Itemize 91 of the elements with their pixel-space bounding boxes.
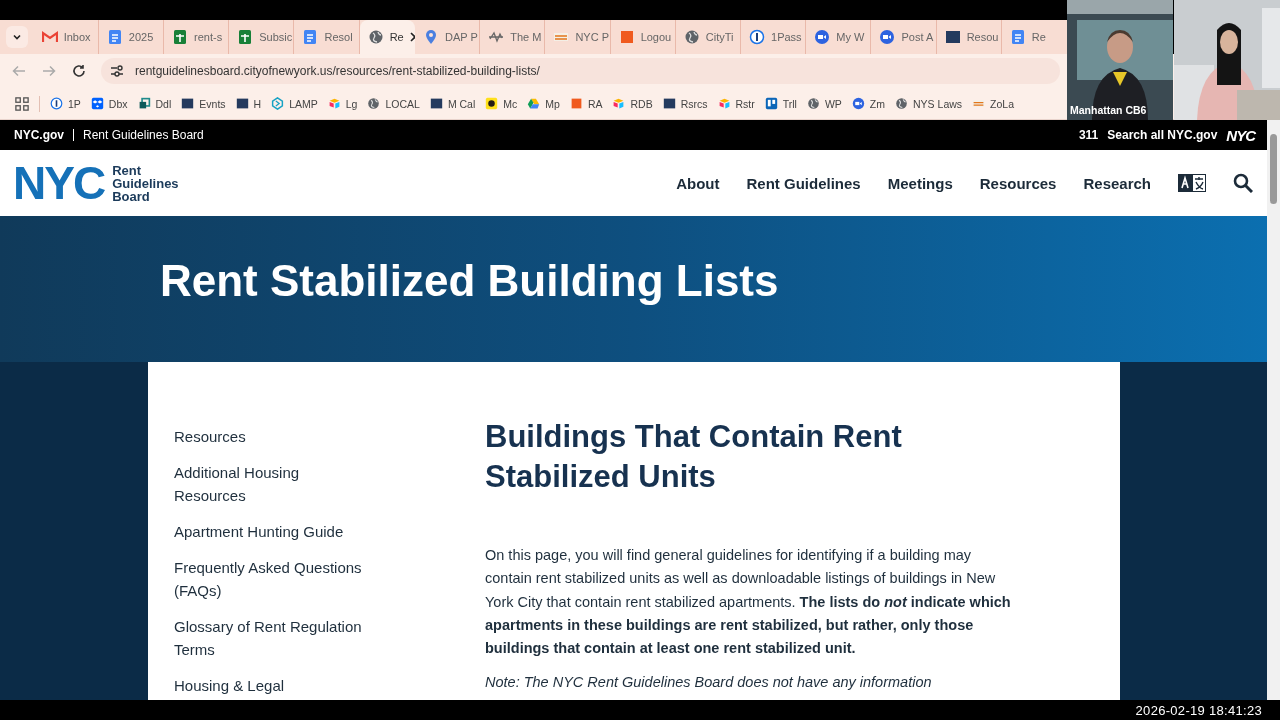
video-caption: Manhattan CB6 xyxy=(1070,104,1147,116)
blocks-icon xyxy=(327,97,341,110)
site-settings-icon[interactable] xyxy=(109,63,125,79)
logo-text: Board xyxy=(112,189,151,203)
browser-tab[interactable]: Re xyxy=(359,20,415,54)
translate-icon[interactable] xyxy=(1178,174,1206,192)
camera-icon xyxy=(879,29,896,45)
squares-icon xyxy=(137,97,151,110)
sidebar-link[interactable]: Apartment Hunting Guide xyxy=(174,520,374,543)
sidebar-link[interactable]: Glossary of Rent Regulation Terms xyxy=(174,615,374,661)
bookmark[interactable]: M Cal xyxy=(429,97,476,110)
swirl-icon xyxy=(271,97,285,110)
tab-list-button[interactable] xyxy=(6,26,28,48)
scribble-icon xyxy=(488,29,505,45)
phone-link[interactable]: 311 xyxy=(1078,128,1099,142)
bookmark[interactable]: RA xyxy=(569,97,603,110)
square-icon xyxy=(181,97,195,110)
bookmark[interactable]: 1P xyxy=(50,97,81,110)
globe-icon xyxy=(806,97,820,110)
page-title: Rent Stabilized Building Lists xyxy=(160,256,779,306)
camera-icon xyxy=(814,29,831,45)
square-icon xyxy=(618,29,635,45)
address-bar[interactable]: rentguidelinesboard.cityofnewyork.us/resources/rent-stabilized-building-lists/ xyxy=(101,58,1060,84)
triangle-icon xyxy=(527,97,541,110)
globe-icon xyxy=(367,29,384,45)
blocks-icon xyxy=(717,97,731,110)
nyc-logo: NYC xyxy=(1226,126,1255,144)
blocks-icon xyxy=(612,97,626,110)
bookmark[interactable]: Rstr xyxy=(717,97,755,110)
bookmark[interactable]: WP xyxy=(806,97,842,110)
nyc-logo[interactable]: NYC xyxy=(13,160,105,206)
bookmark[interactable]: RDB xyxy=(612,97,653,110)
logo-text: Rent xyxy=(112,163,142,177)
bookmark[interactable]: H xyxy=(235,97,262,110)
bookmark[interactable]: LOCAL xyxy=(367,97,420,110)
keyhole-icon xyxy=(749,29,766,45)
bookmark[interactable]: Rsrcs xyxy=(662,97,708,110)
camera-icon xyxy=(851,97,865,110)
mail-icon xyxy=(41,29,58,45)
nav-link[interactable]: Resources xyxy=(979,174,1057,192)
square-icon xyxy=(485,97,499,110)
square-icon xyxy=(235,97,249,110)
bookmark[interactable]: Ddl xyxy=(137,97,172,110)
square-icon xyxy=(662,97,676,110)
box-icon xyxy=(90,97,104,110)
document-icon xyxy=(302,29,319,45)
bookmark[interactable]: Lg xyxy=(327,97,358,110)
nav-link[interactable]: Research xyxy=(1083,174,1151,192)
search-link[interactable]: Search all NYC.gov xyxy=(1107,128,1218,142)
note-paragraph: Note: The NYC Rent Guidelines Board does not have any information xyxy=(485,673,933,693)
intro-paragraph: On this page, you will find general guidelines for identifying if a building may contain rent stabilized units as well as downloadable listings of buildings in New York City that contain rent stabilized apartments. The lists do not indicate which apartments in these buildings are rent stabilized, but rather, only those buildings that contain at least one rent stabilized unit. xyxy=(485,546,1012,659)
logo-text: Guidelines xyxy=(112,176,179,190)
nav-link[interactable]: Rent Guidelines xyxy=(746,174,861,192)
bookmark[interactable]: Mc xyxy=(485,97,518,110)
spreadsheet-icon xyxy=(237,29,254,45)
square-icon xyxy=(944,29,961,45)
bookmark[interactable]: Dbx xyxy=(90,97,128,110)
bookmark[interactable]: Trll xyxy=(764,97,797,110)
globe-icon xyxy=(367,97,381,110)
nav-link[interactable]: About xyxy=(676,174,720,192)
bookmark[interactable]: Zm xyxy=(851,97,886,110)
document-icon xyxy=(106,29,123,45)
sidebar-link[interactable]: Additional Housing Resources xyxy=(174,461,374,507)
scrollbar[interactable] xyxy=(1267,120,1280,700)
bookmark[interactable]: Evnts xyxy=(181,97,226,110)
keyhole-icon xyxy=(50,97,63,110)
apps-icon[interactable] xyxy=(15,96,29,111)
bookmark[interactable]: NYS Laws xyxy=(895,97,963,110)
search-icon[interactable] xyxy=(1233,173,1253,193)
board-icon xyxy=(764,97,778,110)
reload-icon[interactable] xyxy=(71,63,87,79)
location-pin-icon xyxy=(423,29,439,45)
bookmark[interactable]: LAMP xyxy=(271,97,318,110)
bookmark[interactable]: ZoLa xyxy=(972,97,1014,110)
document-icon xyxy=(1009,29,1026,45)
section-link[interactable]: Rent Guidelines Board xyxy=(83,128,204,142)
bookmark[interactable]: Mp xyxy=(527,97,560,110)
timestamp: 2026-02-19 18:41:23 xyxy=(1135,702,1262,718)
sidebar-link[interactable]: Housing & Legal xyxy=(174,674,374,697)
globe-icon xyxy=(895,97,909,110)
nav-link[interactable]: Meetings xyxy=(887,174,953,192)
nyc-gov-link[interactable]: NYC.gov xyxy=(14,128,64,142)
sidebar-link[interactable]: Resources xyxy=(174,425,374,448)
section-heading: Buildings That Contain Rent Stabilized Units xyxy=(485,418,903,496)
flag-icon xyxy=(972,97,986,110)
square-icon xyxy=(569,97,583,110)
browser-tab[interactable]: Re xyxy=(1001,20,1067,54)
square-icon xyxy=(429,97,443,110)
globe-icon xyxy=(683,29,700,45)
sidebar-link[interactable]: Frequently Asked Questions (FAQs) xyxy=(174,556,374,602)
spreadsheet-icon xyxy=(172,29,189,45)
